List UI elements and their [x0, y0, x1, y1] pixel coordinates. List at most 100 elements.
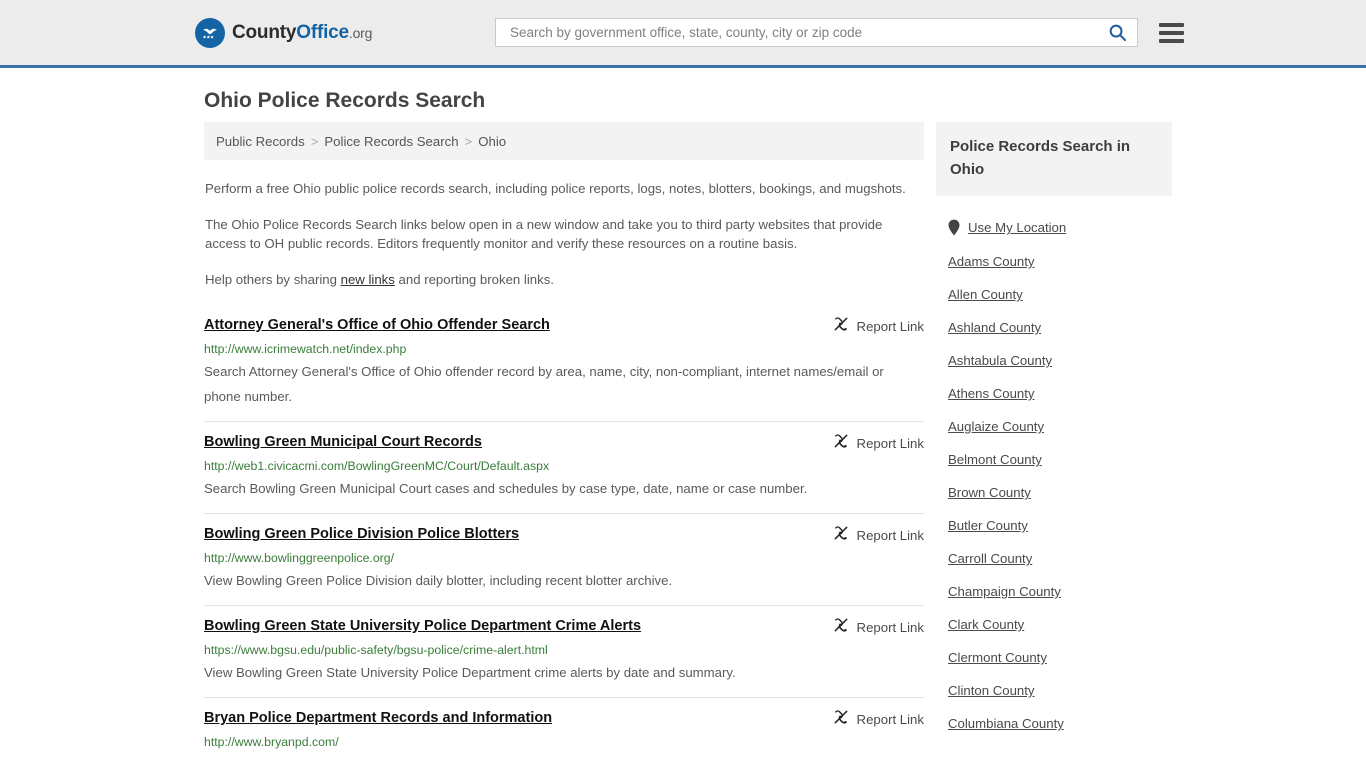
county-link[interactable]: Auglaize County	[948, 419, 1044, 434]
result-description: Search Bowling Green Municipal Court cas…	[204, 481, 808, 496]
sidebar-item-brown-county[interactable]: Brown County	[936, 476, 1172, 509]
report-link-label: Report Link	[856, 620, 924, 635]
sidebar: Police Records Search in Ohio Use My Loc…	[936, 122, 1172, 740]
logo-text-office: Office	[296, 21, 349, 43]
sidebar-item-butler-county[interactable]: Butler County	[936, 509, 1172, 542]
result-url[interactable]: http://www.icrimewatch.net/index.php	[204, 342, 924, 356]
sidebar-item-ashtabula-county[interactable]: Ashtabula County	[936, 344, 1172, 377]
result-url[interactable]: http://www.bowlinggreenpolice.org/	[204, 551, 924, 565]
sidebar-header: Police Records Search in Ohio	[936, 122, 1172, 196]
result-item: Bowling Green State University Police De…	[204, 605, 924, 697]
intro-paragraph-2: The Ohio Police Records Search links bel…	[205, 217, 883, 251]
county-link[interactable]: Brown County	[948, 485, 1031, 500]
intro-text-after-link: and reporting broken links.	[394, 272, 554, 287]
sidebar-item-adams-county[interactable]: Adams County	[936, 245, 1172, 278]
county-link[interactable]: Clermont County	[948, 650, 1047, 665]
site-logo[interactable]: CountyOffice.org	[195, 17, 372, 48]
main-content-column: Public Records > Police Records Search >…	[204, 122, 924, 761]
results-list: Attorney General's Office of Ohio Offend…	[204, 307, 924, 761]
report-link-label: Report Link	[856, 712, 924, 727]
county-link[interactable]: Belmont County	[948, 452, 1042, 467]
sidebar-item-clinton-county[interactable]: Clinton County	[936, 674, 1172, 707]
sidebar-links-list: Use My Location Adams County Allen Count…	[936, 210, 1172, 740]
report-link-button[interactable]: Report Link	[833, 316, 924, 337]
result-title-link[interactable]: Bryan Police Department Records and Info…	[204, 710, 552, 726]
eagle-seal-icon	[195, 17, 225, 48]
result-title-link[interactable]: Bowling Green State University Police De…	[204, 618, 641, 634]
breadcrumb-item-ohio: Ohio	[478, 133, 507, 149]
sidebar-item-clermont-county[interactable]: Clermont County	[936, 641, 1172, 674]
page-title: Ohio Police Records Search	[204, 89, 486, 112]
site-header: CountyOffice.org	[0, 0, 1366, 68]
broken-link-icon	[833, 316, 849, 337]
result-item: Bowling Green Municipal Court Records Re…	[204, 421, 924, 513]
sidebar-item-athens-county[interactable]: Athens County	[936, 377, 1172, 410]
sidebar-heading: Police Records Search in Ohio	[950, 138, 1131, 178]
hamburger-bar	[1159, 38, 1184, 43]
intro-section: Perform a free Ohio public police record…	[204, 179, 924, 289]
result-item: Bryan Police Department Records and Info…	[204, 697, 924, 761]
logo-wordmark: CountyOffice.org	[232, 22, 372, 44]
result-url[interactable]: https://www.bgsu.edu/public-safety/bgsu-…	[204, 643, 924, 657]
map-pin-icon	[948, 219, 960, 236]
sidebar-item-use-my-location[interactable]: Use My Location	[936, 210, 1172, 245]
report-link-button[interactable]: Report Link	[833, 709, 924, 730]
sidebar-item-carroll-county[interactable]: Carroll County	[936, 542, 1172, 575]
sidebar-item-ashland-county[interactable]: Ashland County	[936, 311, 1172, 344]
county-link[interactable]: Butler County	[948, 518, 1028, 533]
report-link-label: Report Link	[856, 319, 924, 334]
breadcrumb-separator: >	[464, 133, 473, 149]
broken-link-icon	[833, 617, 849, 638]
sidebar-item-clark-county[interactable]: Clark County	[936, 608, 1172, 641]
county-link[interactable]: Adams County	[948, 254, 1035, 269]
report-link-label: Report Link	[856, 528, 924, 543]
broken-link-icon	[833, 525, 849, 546]
result-description: View Bowling Green State University Poli…	[204, 665, 736, 680]
intro-paragraph-3: Help others by sharing new links and rep…	[205, 270, 923, 289]
header-search-area	[495, 18, 1184, 47]
hamburger-bar	[1159, 30, 1184, 35]
result-description: View Bowling Green Police Division daily…	[204, 573, 673, 588]
search-input[interactable]	[508, 24, 1106, 41]
result-item: Bowling Green Police Division Police Blo…	[204, 513, 924, 605]
result-title-link[interactable]: Bowling Green Police Division Police Blo…	[204, 526, 519, 542]
intro-text-before-link: Help others by sharing	[205, 272, 341, 287]
county-link[interactable]: Allen County	[948, 287, 1023, 302]
county-link[interactable]: Columbiana County	[948, 716, 1064, 731]
intro-paragraph-1: Perform a free Ohio public police record…	[205, 181, 906, 196]
sidebar-item-allen-county[interactable]: Allen County	[936, 278, 1172, 311]
county-link[interactable]: Clark County	[948, 617, 1024, 632]
sidebar-item-champaign-county[interactable]: Champaign County	[936, 575, 1172, 608]
result-url[interactable]: http://www.bryanpd.com/	[204, 735, 924, 749]
hamburger-bar	[1159, 22, 1184, 27]
use-my-location-label[interactable]: Use My Location	[968, 220, 1066, 235]
result-description: Search Attorney General's Office of Ohio…	[204, 364, 884, 404]
county-link[interactable]: Clinton County	[948, 683, 1035, 698]
sidebar-item-belmont-county[interactable]: Belmont County	[936, 443, 1172, 476]
result-title-link[interactable]: Attorney General's Office of Ohio Offend…	[204, 317, 550, 333]
result-title-link[interactable]: Bowling Green Municipal Court Records	[204, 434, 482, 450]
result-url[interactable]: http://web1.civicacmi.com/BowlingGreenMC…	[204, 459, 924, 473]
hamburger-menu-icon[interactable]	[1159, 22, 1184, 43]
search-box[interactable]	[495, 18, 1138, 47]
broken-link-icon	[833, 433, 849, 454]
county-link[interactable]: Champaign County	[948, 584, 1061, 599]
broken-link-icon	[833, 709, 849, 730]
result-item: Attorney General's Office of Ohio Offend…	[204, 307, 924, 421]
county-link[interactable]: Ashland County	[948, 320, 1041, 335]
report-link-button[interactable]: Report Link	[833, 433, 924, 454]
county-link[interactable]: Carroll County	[948, 551, 1032, 566]
search-icon[interactable]	[1106, 23, 1129, 42]
county-link[interactable]: Ashtabula County	[948, 353, 1052, 368]
breadcrumb-item-police-records-search[interactable]: Police Records Search	[324, 134, 458, 149]
county-link[interactable]: Athens County	[948, 386, 1035, 401]
breadcrumb: Public Records > Police Records Search >…	[204, 122, 924, 160]
sidebar-item-columbiana-county[interactable]: Columbiana County	[936, 707, 1172, 740]
report-link-button[interactable]: Report Link	[833, 617, 924, 638]
report-link-button[interactable]: Report Link	[833, 525, 924, 546]
sidebar-item-auglaize-county[interactable]: Auglaize County	[936, 410, 1172, 443]
breadcrumb-item-public-records[interactable]: Public Records	[216, 134, 305, 149]
breadcrumb-separator: >	[310, 133, 319, 149]
new-links-link[interactable]: new links	[341, 272, 395, 287]
report-link-label: Report Link	[856, 436, 924, 451]
